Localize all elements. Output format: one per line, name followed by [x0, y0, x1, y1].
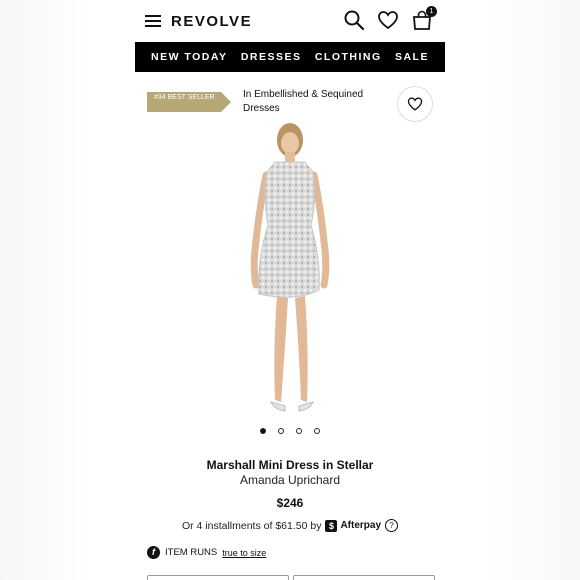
fit-icon: f: [147, 546, 160, 559]
designer-link[interactable]: Amanda Uprichard: [135, 473, 445, 487]
fit-link[interactable]: true to size: [222, 548, 266, 558]
fit-info: f ITEM RUNS true to size: [147, 546, 266, 559]
favorite-button[interactable]: [397, 86, 433, 122]
search-icon[interactable]: [343, 9, 365, 31]
bag-icon[interactable]: 1: [411, 6, 437, 31]
size-select-button[interactable]: [147, 575, 289, 580]
fit-label: ITEM RUNS: [165, 547, 218, 558]
nav-clothing[interactable]: CLOTHING: [315, 51, 382, 63]
installments-text: Or 4 installments of $61.50 by: [181, 519, 322, 532]
afterpay-logo[interactable]: $ Afterpay: [325, 519, 382, 532]
gallery-dot[interactable]: [296, 428, 302, 434]
wishlist-heart-icon[interactable]: [377, 9, 399, 31]
afterpay-icon: $: [325, 519, 338, 532]
nav-dresses[interactable]: DRESSES: [241, 51, 302, 63]
revolve-logo[interactable]: REVOLVE: [171, 13, 252, 30]
badge-row: #34 BEST SELLER In Embellished & Sequine…: [135, 72, 445, 122]
background-left: [0, 0, 135, 580]
background-right: [445, 0, 580, 580]
heart-icon: [407, 97, 423, 111]
gallery-dot[interactable]: [278, 428, 284, 434]
phone-screen: REVOLVE 1 NEW TODAY DRESSES CLOTHING SAL…: [135, 0, 445, 580]
top-bar: REVOLVE 1: [135, 0, 445, 42]
product-title: Marshall Mini Dress in Stellar: [206, 458, 374, 472]
product-image[interactable]: [135, 120, 445, 430]
gallery-dots: [135, 428, 445, 434]
help-icon[interactable]: ?: [385, 519, 399, 532]
bestseller-category-link[interactable]: In Embellished & Sequined Dresses: [243, 88, 393, 116]
nav-new-today[interactable]: NEW TODAY: [151, 51, 228, 63]
product-price: $246: [276, 496, 304, 510]
installments-row: Or 4 installments of $61.50 by $ Afterpa…: [135, 519, 445, 532]
category-nav: NEW TODAY DRESSES CLOTHING SALE: [135, 42, 445, 72]
afterpay-label: Afterpay: [340, 520, 382, 531]
color-select-button[interactable]: [293, 575, 435, 580]
gallery-dot[interactable]: [260, 428, 266, 434]
best-seller-badge: #34 BEST SELLER: [147, 92, 231, 112]
gallery-dot[interactable]: [314, 428, 320, 434]
dress-model-illustration: [250, 123, 330, 412]
nav-sale[interactable]: SALE: [395, 51, 429, 63]
menu-icon[interactable]: [145, 15, 161, 27]
header-icons: 1: [343, 6, 437, 31]
cart-count-badge: 1: [426, 6, 437, 17]
